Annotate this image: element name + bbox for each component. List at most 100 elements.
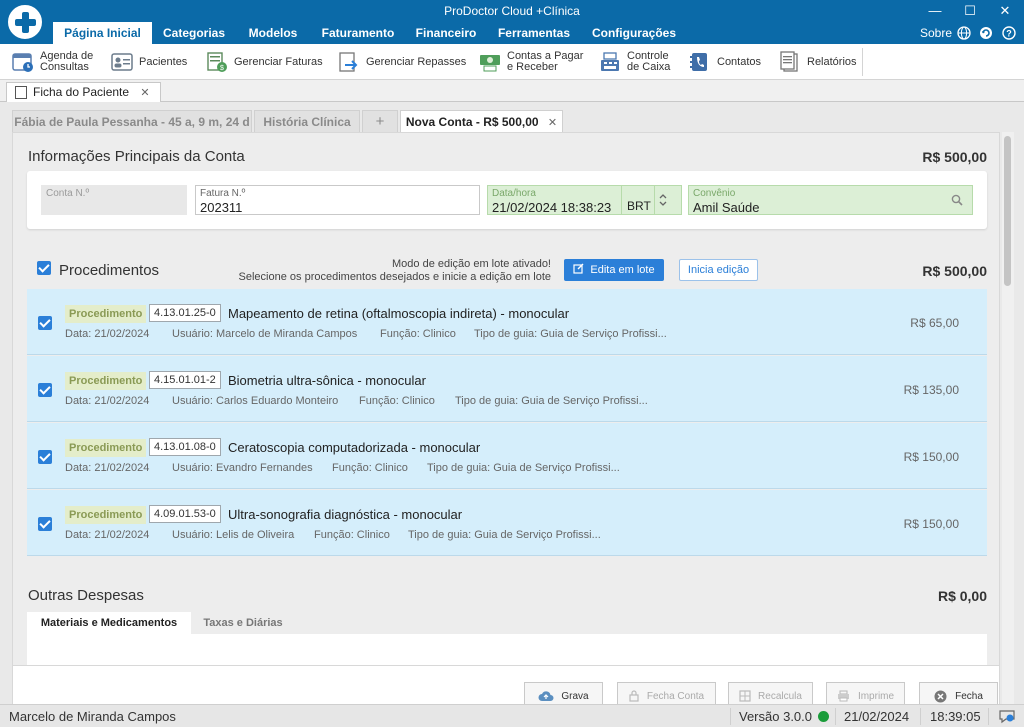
app-logo (6, 3, 44, 41)
other-expenses-title: Outras Despesas (28, 587, 144, 604)
procedure-row[interactable]: Procedimento 4.13.01.08-0 Ceratoscopia c… (27, 423, 987, 489)
tab-ferramentas[interactable]: Ferramentas (494, 22, 574, 44)
procedure-user: Usuário: Carlos Eduardo Monteiro (172, 395, 339, 407)
close-icon[interactable]: ✕ (140, 87, 149, 99)
title-bar: ProDoctor Cloud +Clínica — ☐ ✕ (0, 0, 1024, 22)
contatos-button[interactable]: Contatos (689, 48, 761, 76)
tab-patient[interactable]: Fábia de Paula Pessanha - 45 a, 9 m, 24 … (12, 110, 252, 132)
tab-faturamento[interactable]: Faturamento (317, 22, 399, 44)
procedure-name: Biometria ultra-sônica - monocular (228, 373, 426, 388)
calculator-icon (739, 690, 751, 702)
procedures-title: Procedimentos (59, 262, 160, 279)
procedure-price: R$ 135,00 (903, 383, 959, 397)
search-icon[interactable] (951, 194, 963, 209)
lock-icon (629, 690, 639, 702)
tab-historia-clinica[interactable]: História Clínica (254, 110, 360, 132)
spinner-icon[interactable] (658, 192, 668, 211)
refresh-icon[interactable] (979, 22, 993, 44)
procedure-guide: Tipo de guia: Guia de Serviço Profissi..… (408, 529, 601, 541)
patients-icon (111, 51, 133, 73)
start-edit-button[interactable]: Inicia edição (679, 259, 758, 281)
procedures-total: R$ 500,00 (922, 263, 987, 279)
ribbon-label: Contatos (717, 55, 762, 68)
controle-caixa-button[interactable]: Controle de Caixa (599, 48, 670, 76)
procedure-user: Usuário: Evandro Fernandes (172, 462, 313, 474)
tab-nova-conta[interactable]: Nova Conta - R$ 500,00 ✕ (400, 110, 563, 132)
procedure-checkbox[interactable] (38, 450, 52, 464)
contacts-icon (689, 51, 711, 73)
minimize-button[interactable]: — (920, 2, 950, 20)
pacientes-button[interactable]: Pacientes (111, 48, 187, 76)
close-window-button[interactable]: ✕ (990, 2, 1020, 20)
procedure-code-tag: 4.13.01.25-0 (149, 304, 221, 322)
tab-configuracoes[interactable]: Configurações (587, 22, 681, 44)
scrollbar-thumb[interactable] (1004, 136, 1011, 286)
chat-icon[interactable] (998, 709, 1016, 727)
about-link[interactable]: Sobre (920, 22, 952, 44)
tab-modelos[interactable]: Modelos (243, 22, 303, 44)
procedure-code-tag: 4.15.01.01-2 (149, 371, 221, 389)
tab-pagina-inicial[interactable]: Página Inicial (53, 22, 152, 44)
globe-icon[interactable] (957, 22, 971, 44)
tab-ficha-paciente[interactable]: Ficha do Paciente ✕ (6, 82, 161, 102)
gerenciar-faturas-button[interactable]: $ Gerenciar Faturas (206, 48, 323, 76)
convenio-field[interactable]: Convênio Amil Saúde (688, 185, 973, 215)
status-time: 18:39:05 (930, 709, 981, 724)
ribbon-label: Agenda de Consultas (40, 50, 94, 73)
account-info-title: Informações Principais da Conta (28, 148, 245, 165)
vertical-scrollbar[interactable] (1002, 132, 1014, 704)
printer-icon (837, 690, 849, 702)
procedure-role: Função: Clinico (359, 395, 435, 407)
procedure-date: Data: 21/02/2024 (65, 328, 150, 340)
gerenciar-repasses-button[interactable]: Gerenciar Repasses (338, 48, 466, 76)
procedure-price: R$ 150,00 (903, 450, 959, 464)
procedure-price: R$ 150,00 (903, 517, 959, 531)
other-expenses-tabs: Materiais e Medicamentos Taxas e Diárias (27, 612, 987, 634)
procedure-type-tag: Procedimento (65, 506, 147, 524)
fatura-field[interactable]: Fatura N.º 202311 (195, 185, 480, 215)
tab-materiais-medicamentos[interactable]: Materiais e Medicamentos (27, 612, 191, 634)
ribbon-label: Gerenciar Faturas (234, 55, 323, 68)
status-divider (835, 708, 836, 725)
other-expenses-total: R$ 0,00 (937, 588, 987, 604)
svg-text:?: ? (1006, 29, 1012, 39)
procedure-user: Usuário: Lelis de Oliveira (172, 529, 295, 541)
procedure-checkbox[interactable] (38, 383, 52, 397)
tab-financeiro[interactable]: Financeiro (410, 22, 482, 44)
ribbon-label: Relatórios (807, 55, 857, 68)
relatorios-button[interactable]: Relatórios (779, 48, 857, 76)
contas-pagar-receber-button[interactable]: Contas a Pagar e Receber (479, 48, 583, 76)
procedure-row[interactable]: Procedimento 4.09.01.53-0 Ultra-sonograf… (27, 490, 987, 556)
procedure-checkbox[interactable] (38, 517, 52, 531)
invoices-icon: $ (206, 51, 228, 73)
datahora-field[interactable]: Data/hora 21/02/2024 18:38:23 BRT (487, 185, 682, 215)
tab-taxas-diarias[interactable]: Taxas e Diárias (191, 612, 295, 634)
procedure-role: Função: Clinico (314, 529, 390, 541)
procedure-row[interactable]: Procedimento 4.13.01.25-0 Mapeamento de … (27, 289, 987, 355)
conta-field: Conta N.º (41, 185, 187, 215)
maximize-button[interactable]: ☐ (955, 2, 985, 20)
svg-text:$: $ (220, 65, 224, 72)
procedure-row[interactable]: Procedimento 4.15.01.01-2 Biometria ultr… (27, 356, 987, 422)
help-icon[interactable]: ? (1002, 22, 1016, 44)
procedure-code-tag: 4.13.01.08-0 (149, 438, 221, 456)
close-icon[interactable]: ✕ (548, 117, 557, 129)
window-title: ProDoctor Cloud +Clínica (444, 4, 580, 18)
procedure-guide: Tipo de guia: Guia de Serviço Profissi..… (474, 328, 667, 340)
tab-categorias[interactable]: Categorias (158, 22, 230, 44)
ribbon-divider (862, 48, 863, 76)
procedure-checkbox[interactable] (38, 316, 52, 330)
procedure-name: Ceratoscopia computadorizada - monocular (228, 440, 481, 455)
expenses-list-area (27, 634, 987, 665)
procedure-price: R$ 65,00 (910, 316, 959, 330)
status-date: 21/02/2024 (844, 709, 910, 724)
batch-edit-button[interactable]: Edita em lote (564, 259, 664, 281)
procedures-select-all-checkbox[interactable] (37, 261, 51, 275)
agenda-consultas-button[interactable]: Agenda de Consultas (12, 48, 93, 76)
procedure-guide: Tipo de guia: Guia de Serviço Profissi..… (455, 395, 648, 407)
reports-icon (779, 51, 801, 73)
procedure-name: Ultra-sonografia diagnóstica - monocular (228, 507, 463, 522)
add-tab-button[interactable]: + (362, 110, 398, 132)
batch-mode-note: Modo de edição em lote ativado! Selecion… (238, 258, 551, 283)
main-area: Fábia de Paula Pessanha - 45 a, 9 m, 24 … (0, 102, 1024, 710)
